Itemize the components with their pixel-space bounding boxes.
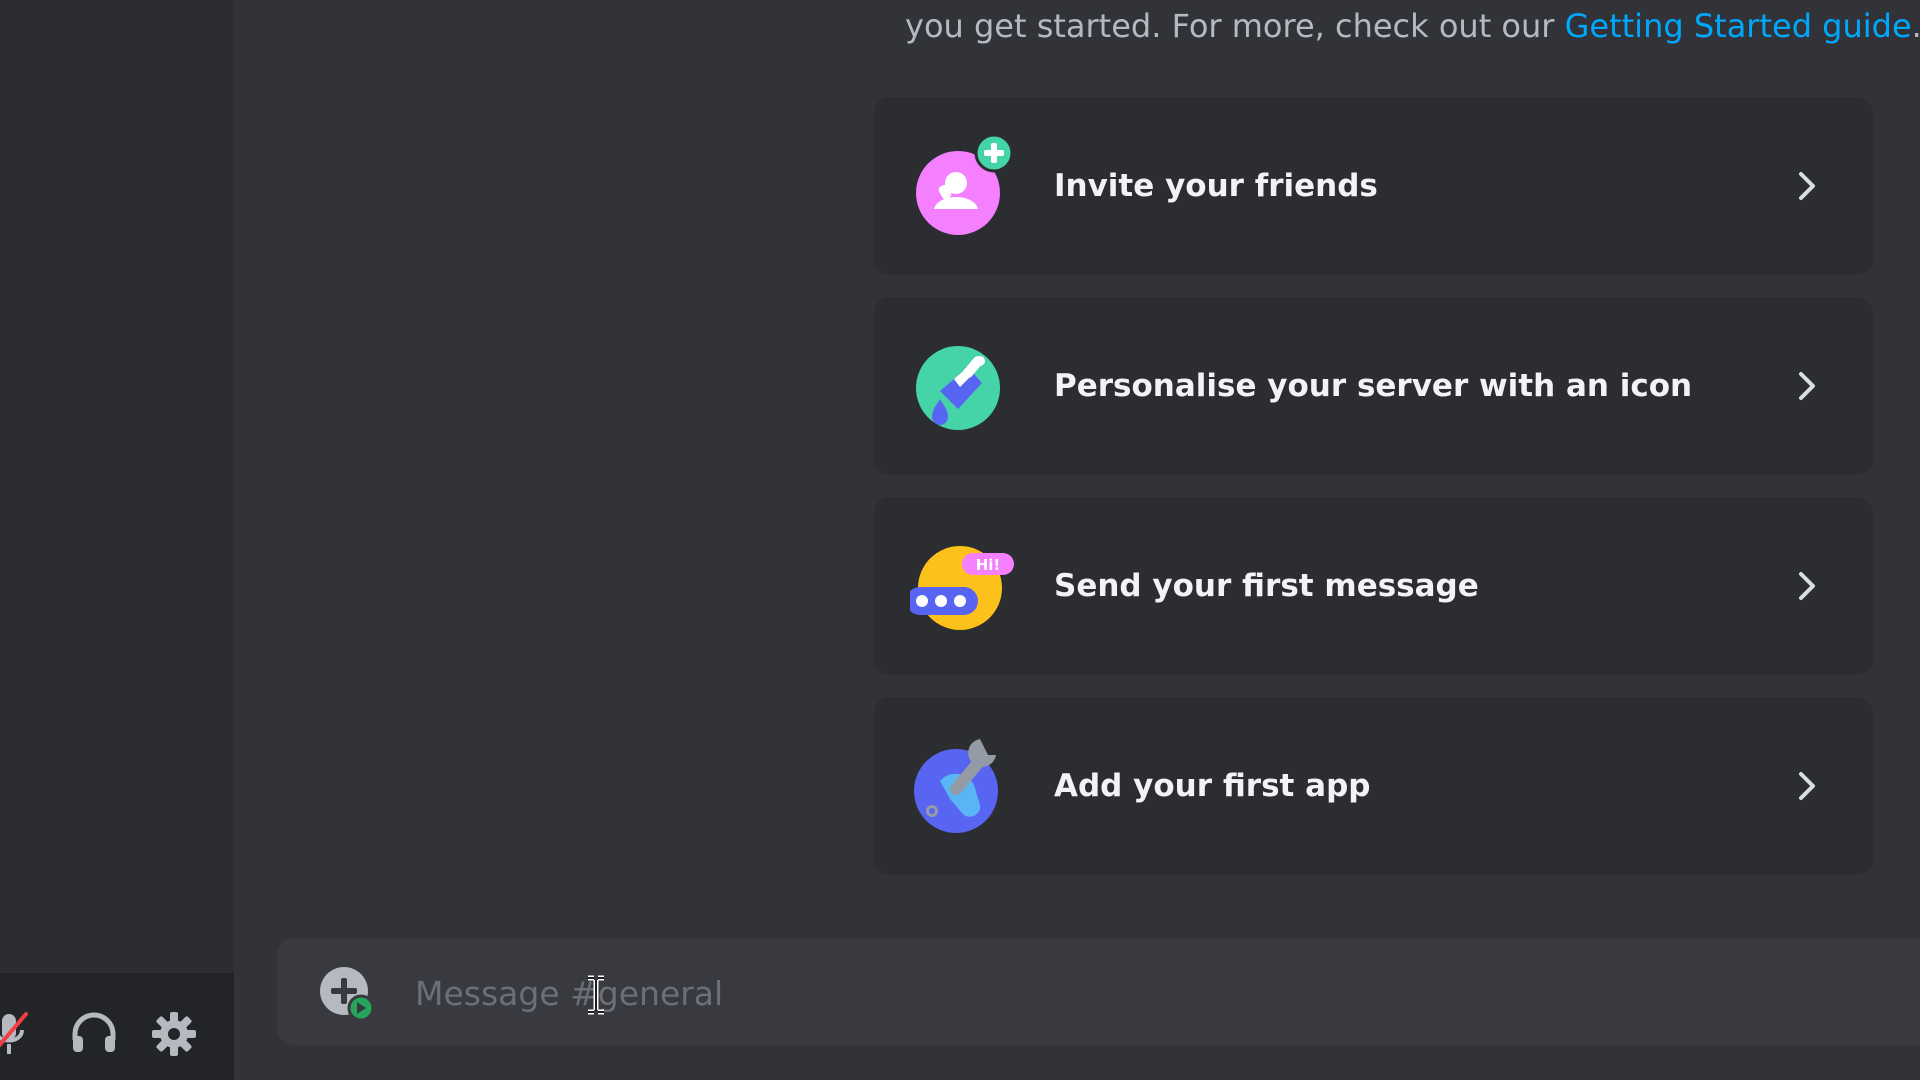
add-attachment-icon[interactable] [318, 965, 376, 1023]
channel-sidebar [0, 0, 234, 1080]
chevron-right-icon [1787, 366, 1827, 406]
getting-started-link[interactable]: Getting Started guide [1565, 7, 1912, 45]
invite-friends-icon [910, 133, 1016, 239]
chevron-right-icon [1787, 566, 1827, 606]
chevron-right-icon [1787, 166, 1827, 206]
paintbrush-icon [910, 333, 1016, 439]
chevron-right-icon [1787, 766, 1827, 806]
invite-friends-card[interactable]: Invite your friends [874, 97, 1873, 275]
microphone-muted-icon[interactable] [0, 1008, 42, 1060]
intro-copy: you get started. For more, check out our [905, 7, 1565, 45]
headphones-icon[interactable] [68, 1008, 120, 1060]
message-input[interactable] [413, 962, 1817, 1024]
wrench-app-icon [910, 733, 1016, 839]
app-window: you get started. For more, check out our… [0, 0, 1920, 1080]
personalise-server-card[interactable]: Personalise your server with an icon [874, 297, 1873, 475]
message-composer [277, 938, 1920, 1045]
add-first-app-label: Add your first app [1054, 768, 1371, 804]
welcome-intro-text: you get started. For more, check out our… [905, 4, 1920, 48]
hi-badge-text: Hi! [976, 556, 1001, 574]
add-first-app-card[interactable]: Add your first app [874, 697, 1873, 875]
settings-gear-icon[interactable] [148, 1008, 200, 1060]
text-cursor-icon [584, 975, 608, 1015]
chat-bubble-icon: Hi! [906, 533, 1016, 639]
send-first-message-label: Send your first message [1054, 568, 1479, 604]
send-first-message-card[interactable]: Hi! Send your first message [874, 497, 1873, 675]
personalise-server-label: Personalise your server with an icon [1054, 368, 1693, 404]
invite-friends-label: Invite your friends [1054, 168, 1378, 204]
intro-period: . [1912, 7, 1920, 45]
